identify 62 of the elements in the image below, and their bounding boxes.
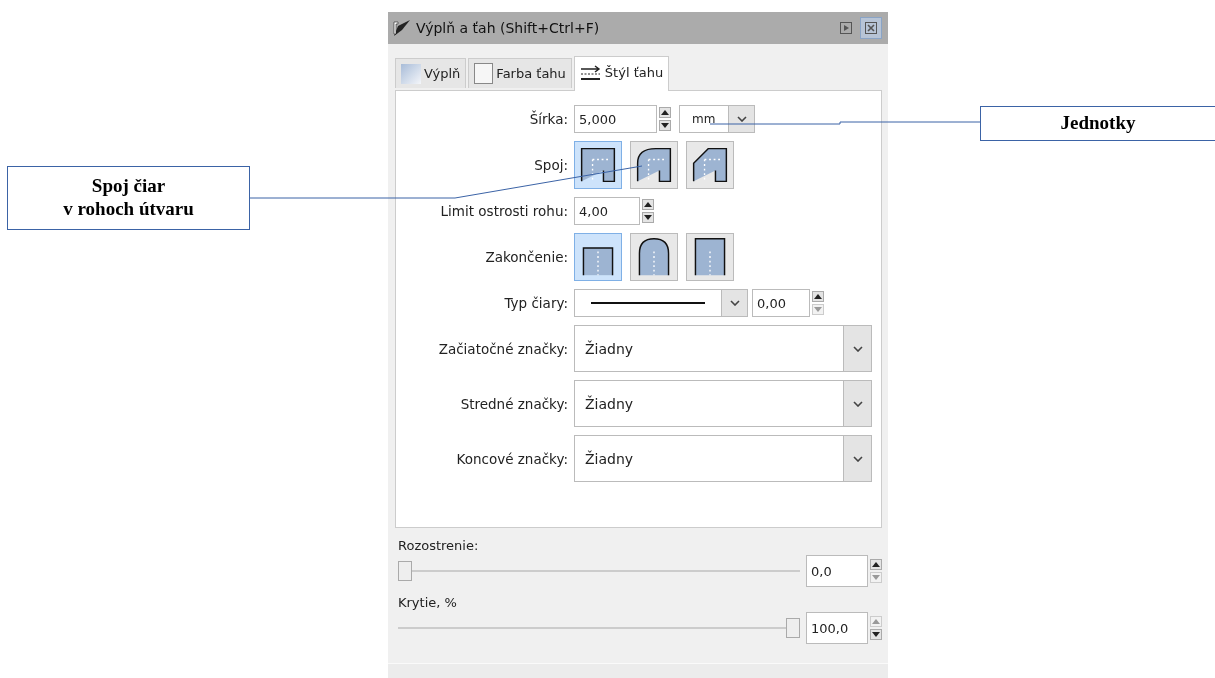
chevron-down-icon	[852, 455, 863, 462]
cap-button[interactable]	[686, 233, 734, 281]
dash-label: Typ čiary:	[503, 295, 568, 311]
window-title: Výplň a ťah (Shift+Ctrl+F)	[416, 20, 601, 36]
miter-limit-label: Limit ostrosti rohu:	[439, 203, 568, 219]
join-button[interactable]	[574, 141, 622, 189]
spin-down-button[interactable]	[642, 212, 654, 223]
chevron-down-icon	[736, 116, 747, 122]
width-field[interactable]: 5,000	[574, 105, 657, 133]
stroke-style-icon	[579, 64, 602, 81]
triangle-down-icon	[872, 575, 880, 580]
marker-label: Stredné značky:	[459, 395, 568, 412]
cap-button[interactable]	[574, 233, 622, 281]
opacity-field[interactable]: 100,0	[806, 612, 868, 644]
blur-label: Rozostrenie:	[398, 538, 480, 553]
join-button[interactable]	[686, 141, 734, 189]
dash-dropdown[interactable]	[574, 289, 748, 317]
tab[interactable]: Výplň	[395, 58, 467, 88]
spin-up-button[interactable]	[642, 199, 654, 210]
fill-swatch-icon	[401, 63, 421, 84]
opacity-label: Krytie, %	[398, 595, 458, 610]
solid-line-icon	[591, 302, 705, 304]
unit-dropdown[interactable]: mm	[679, 105, 755, 133]
join-button[interactable]	[630, 141, 678, 189]
chevron-down-icon	[852, 345, 863, 352]
cap-button[interactable]	[630, 233, 678, 281]
triangle-down-icon	[661, 123, 669, 128]
cap-label: Zakončenie:	[484, 249, 568, 265]
play-icon	[840, 22, 852, 34]
chevron-down-icon	[729, 300, 740, 306]
brush-icon	[392, 18, 412, 38]
triangle-up-icon	[661, 110, 669, 115]
spin-up-button[interactable]	[812, 291, 824, 302]
dash-offset-field[interactable]: 0,00	[752, 289, 810, 317]
triangle-up-icon	[872, 619, 880, 624]
triangle-down-icon	[872, 632, 880, 637]
chevron-down-icon	[852, 400, 863, 407]
marker-dropdown[interactable]: Žiadny	[574, 325, 872, 372]
marker-label: Koncové značky:	[455, 450, 568, 467]
triangle-up-icon	[814, 294, 822, 299]
callout-box: Jednotky	[980, 106, 1215, 141]
marker-label: Začiatočné značky:	[437, 340, 568, 357]
miter-limit-field[interactable]: 4,00	[574, 197, 640, 225]
marker-dropdown[interactable]: Žiadny	[574, 435, 872, 482]
blur-field[interactable]: 0,0	[806, 555, 868, 587]
callout-box: Spoj čiar v rohoch útvaru	[7, 166, 250, 230]
tab[interactable]: Štýl ťahu	[573, 56, 670, 91]
triangle-down-icon	[644, 215, 652, 220]
spin-up-button[interactable]	[659, 107, 671, 118]
close-button[interactable]	[860, 17, 882, 39]
width-label: Šírka:	[528, 111, 568, 127]
close-icon	[865, 22, 877, 34]
triangle-down-icon	[814, 307, 822, 312]
marker-dropdown[interactable]: Žiadny	[574, 380, 872, 427]
spin-down-button[interactable]	[659, 120, 671, 131]
tab[interactable]: Farba ťahu	[468, 58, 572, 88]
triangle-up-icon	[872, 562, 880, 567]
join-label: Spoj:	[533, 157, 568, 173]
stroke-swatch-icon	[474, 63, 494, 84]
triangle-up-icon	[644, 202, 652, 207]
spin-down-button[interactable]	[870, 629, 882, 640]
spin-up-button[interactable]	[870, 559, 882, 570]
